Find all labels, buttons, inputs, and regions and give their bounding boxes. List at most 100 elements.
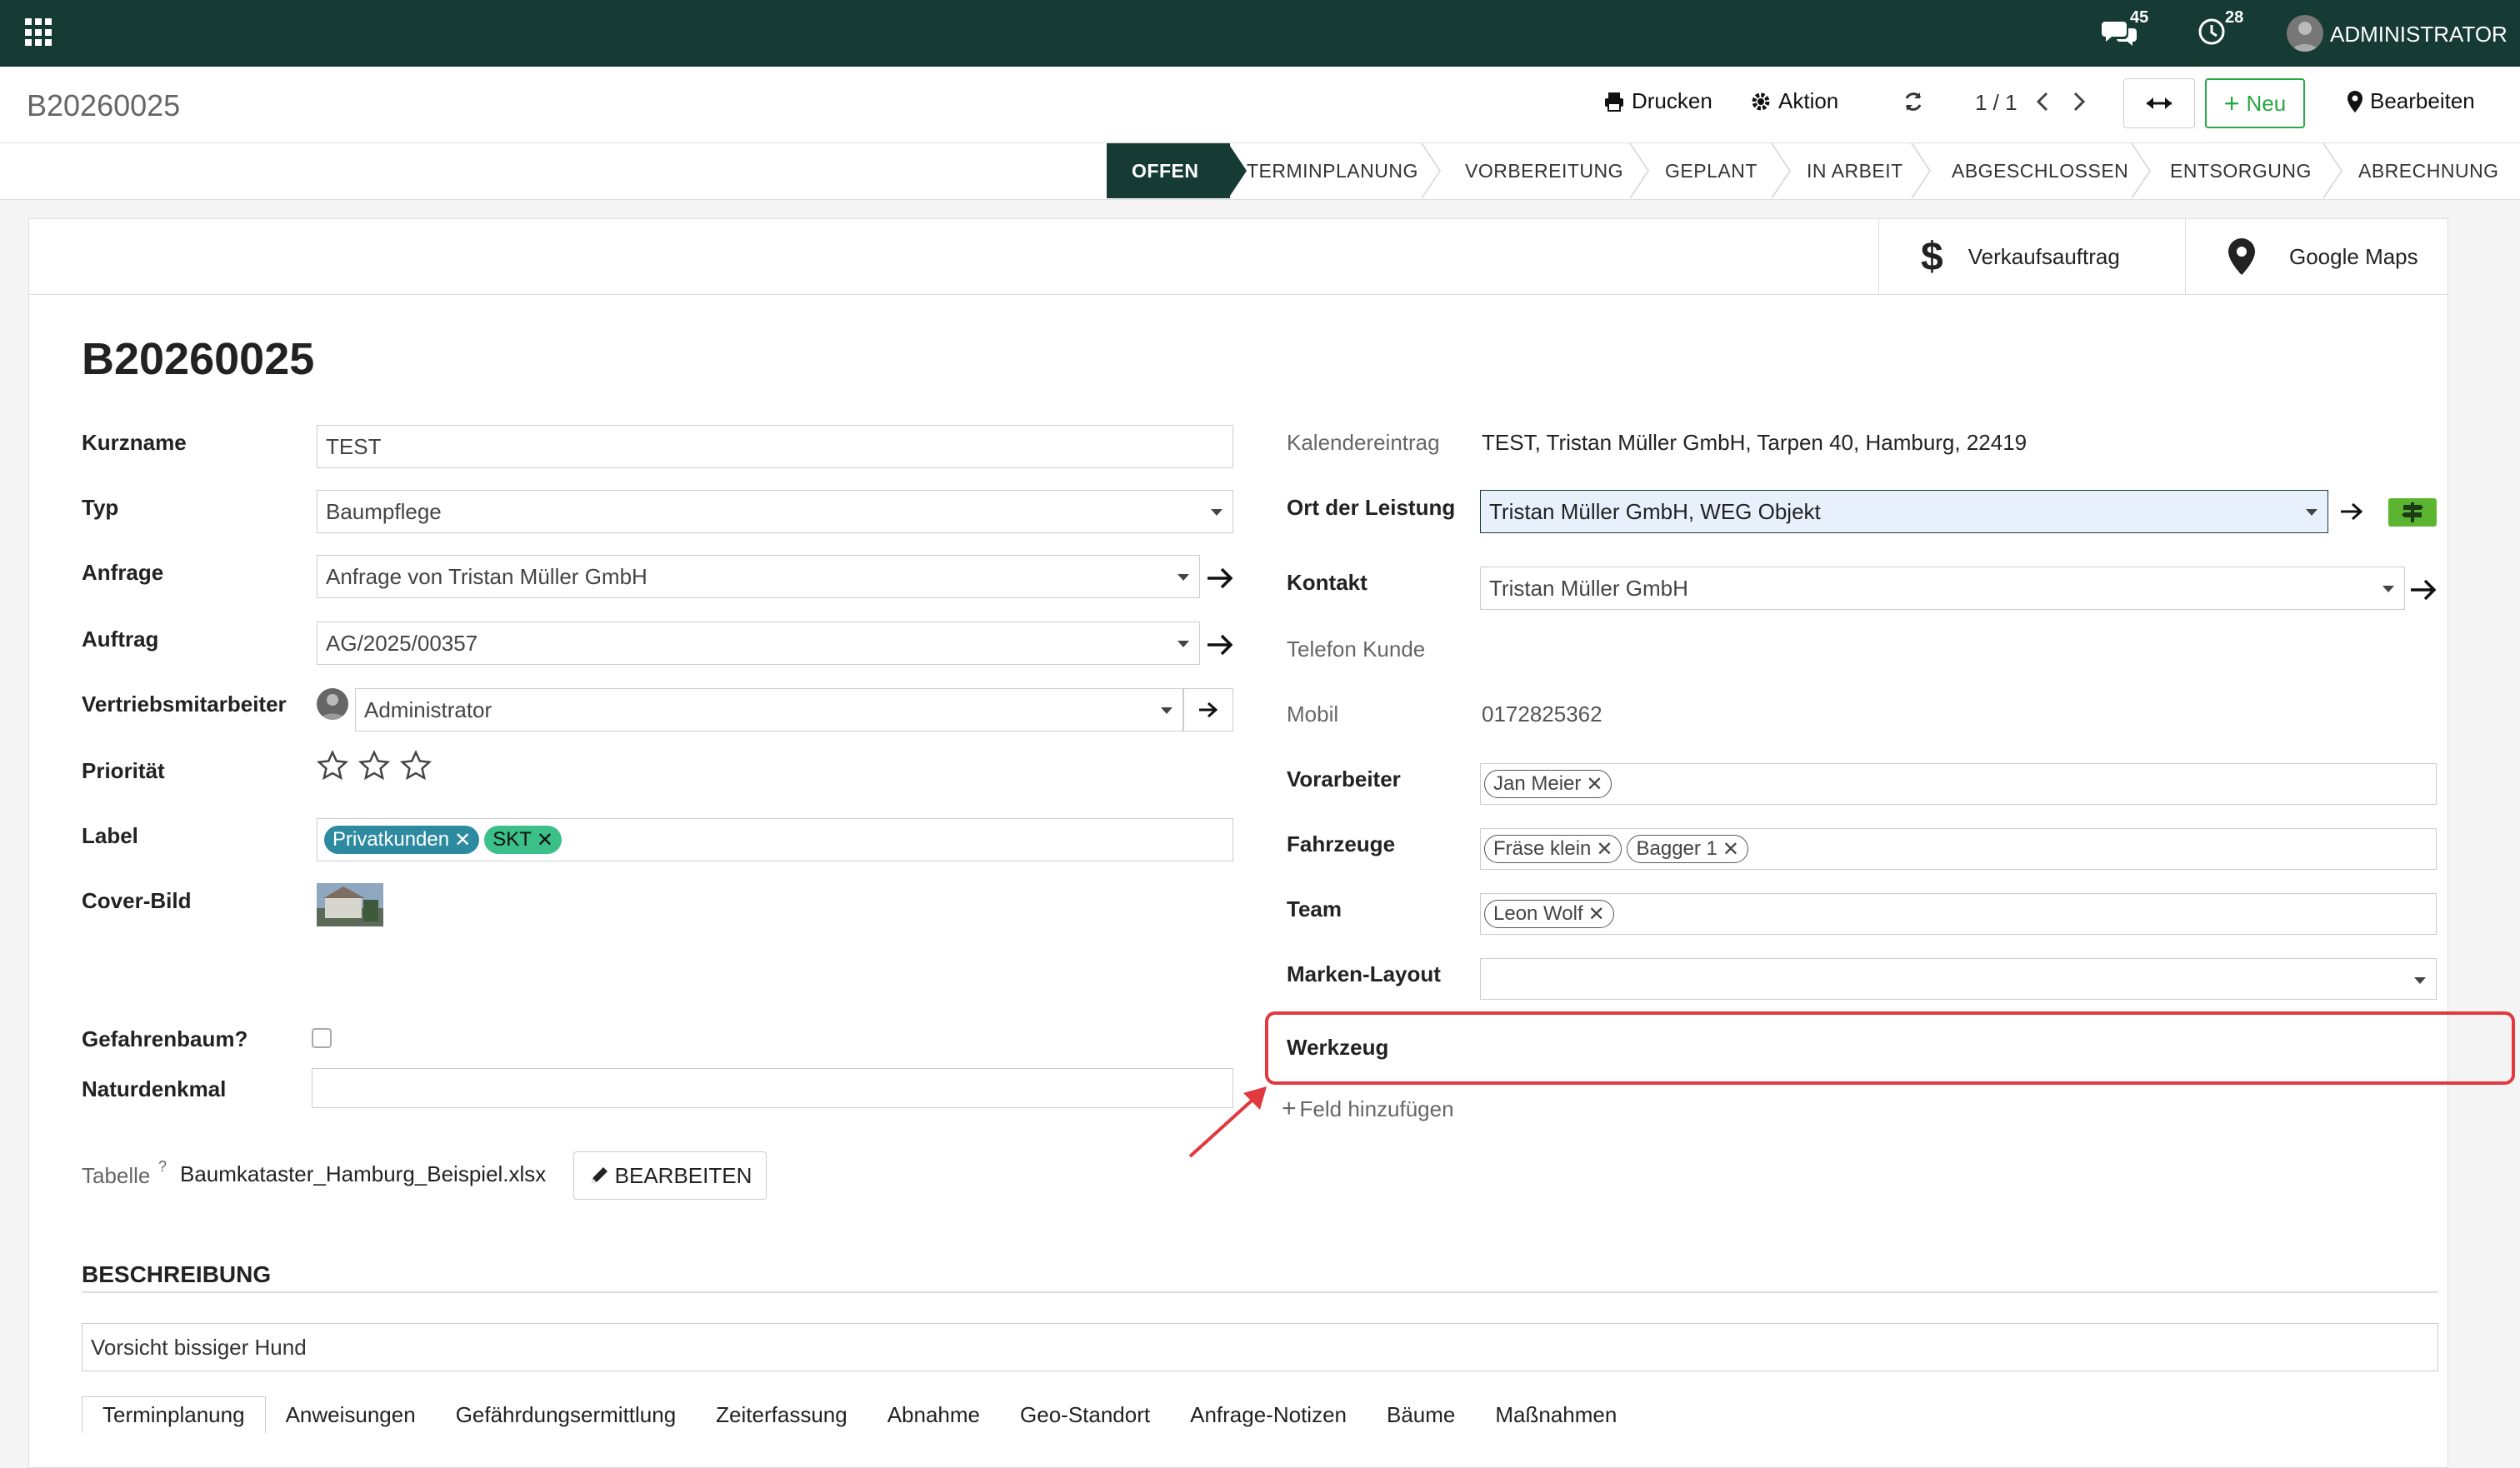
pencil-icon xyxy=(591,1167,608,1183)
tag-remove-icon[interactable]: ✕ xyxy=(1596,837,1612,861)
tag-leon-wolf: Leon Wolf ✕ xyxy=(1484,900,1614,928)
smart-button-box: $ Verkaufsauftrag Google Maps xyxy=(28,218,2448,295)
google-maps-button[interactable]: Google Maps xyxy=(2185,218,2448,295)
beschreibung-input[interactable]: Vorsicht bissiger Hund xyxy=(82,1323,2438,1371)
star-icon[interactable] xyxy=(358,750,390,781)
caret-down-icon xyxy=(2414,977,2426,984)
gefahrenbaum-checkbox[interactable] xyxy=(312,1028,332,1048)
beschreibung-title: BESCHREIBUNG xyxy=(82,1261,272,1287)
activity-clock-icon[interactable]: 28 xyxy=(2197,8,2243,50)
stage-abrechnung[interactable]: ABRECHNUNG xyxy=(2358,143,2499,198)
annotation-arrow-icon xyxy=(1188,1086,1267,1158)
stage-geplant[interactable]: GEPLANT xyxy=(1665,143,1758,198)
tab-zeiterfassung[interactable]: Zeiterfassung xyxy=(696,1396,868,1433)
user-name[interactable]: ADMINISTRATOR xyxy=(2330,22,2508,47)
user-avatar[interactable] xyxy=(2287,15,2323,52)
kurzname-label: Kurzname xyxy=(82,430,187,455)
fahrzeuge-tags-input[interactable]: Fräse klein ✕ Bagger 1 ✕ xyxy=(1480,828,2437,870)
route-sign-button[interactable] xyxy=(2388,498,2437,527)
tab-baeume[interactable]: Bäume xyxy=(1367,1396,1475,1433)
tag-remove-icon[interactable]: ✕ xyxy=(537,828,553,852)
anfrage-open-arrow-icon[interactable] xyxy=(1205,563,1235,599)
kalender-label: Kalendereintrag xyxy=(1287,430,1440,455)
apps-menu-icon[interactable] xyxy=(25,18,53,47)
kalender-value: TEST, Tristan Müller GmbH, Tarpen 40, Ha… xyxy=(1482,430,2028,455)
auftrag-label: Auftrag xyxy=(82,627,159,652)
tabelle-help-mark[interactable]: ? xyxy=(158,1158,167,1176)
tab-abnahme[interactable]: Abnahme xyxy=(868,1396,1000,1433)
ort-label: Ort der Leistung xyxy=(1287,495,1456,520)
anfrage-label: Anfrage xyxy=(82,560,164,585)
tab-anfrage-notizen[interactable]: Anfrage-Notizen xyxy=(1170,1396,1367,1433)
cover-image[interactable] xyxy=(317,883,383,926)
naturdenkmal-label: Naturdenkmal xyxy=(82,1076,227,1101)
stage-in-arbeit[interactable]: IN ARBEIT xyxy=(1807,143,1903,198)
stage-terminplanung[interactable]: TERMINPLANUNG xyxy=(1247,143,1418,198)
tabelle-filename[interactable]: Baumkataster_Hamburg_Beispiel.xlsx xyxy=(180,1161,546,1187)
tag-privatkunden: Privatkunden ✕ xyxy=(324,826,480,854)
stage-offen[interactable]: OFFEN xyxy=(1107,143,1230,198)
map-marker-icon xyxy=(2348,90,2362,112)
tab-massnahmen[interactable]: Maßnahmen xyxy=(1475,1396,1637,1433)
caret-down-icon xyxy=(1178,641,1189,647)
vorarbeiter-tags-input[interactable]: Jan Meier ✕ xyxy=(1480,763,2437,805)
printer-icon xyxy=(1605,92,1623,112)
tag-bagger-1: Bagger 1 ✕ xyxy=(1627,835,1748,863)
breadcrumb: B20260025 xyxy=(27,88,181,122)
mobil-value[interactable]: 0172825362 xyxy=(1482,702,1602,727)
kurzname-input[interactable]: TEST xyxy=(317,425,1233,468)
messages-icon[interactable]: 45 xyxy=(2102,8,2148,50)
print-label: Drucken xyxy=(1632,88,1712,113)
stage-entsorgung[interactable]: ENTSORGUNG xyxy=(2170,143,2312,198)
expand-width-button[interactable] xyxy=(2123,78,2195,128)
tab-terminplanung[interactable]: Terminplanung xyxy=(82,1396,266,1433)
stage-vorbereitung[interactable]: VORBEREITUNG xyxy=(1465,143,1623,198)
team-tags-input[interactable]: Leon Wolf ✕ xyxy=(1480,893,2437,935)
typ-select[interactable]: Baumpflege xyxy=(317,490,1233,533)
anfrage-select[interactable]: Anfrage von Tristan Müller GmbH xyxy=(317,555,1200,598)
star-icon[interactable] xyxy=(400,750,432,781)
star-icon[interactable] xyxy=(317,750,348,781)
tag-remove-icon[interactable]: ✕ xyxy=(1586,772,1602,796)
auftrag-select[interactable]: AG/2025/00357 xyxy=(317,622,1200,665)
caret-down-icon xyxy=(1178,574,1189,581)
pager-value[interactable]: 1 / 1 xyxy=(1975,90,2018,116)
naturdenkmal-input[interactable] xyxy=(312,1068,1233,1108)
vertrieb-label: Vertriebsmitarbeiter xyxy=(82,692,287,717)
tag-remove-icon[interactable]: ✕ xyxy=(1588,902,1605,926)
edit-button[interactable]: Bearbeiten xyxy=(2347,88,2475,114)
tag-jan-meier: Jan Meier ✕ xyxy=(1484,770,1612,798)
map-marker-icon xyxy=(2228,238,2255,275)
caret-down-icon xyxy=(2306,509,2318,516)
arrows-horizontal-icon xyxy=(2147,97,2172,109)
kontakt-open-arrow-icon[interactable] xyxy=(2408,575,2438,611)
sales-order-button[interactable]: $ Verkaufsauftrag xyxy=(1878,218,2185,295)
pager-next-icon[interactable] xyxy=(2070,90,2088,119)
tab-geo-standort[interactable]: Geo-Standort xyxy=(1000,1396,1170,1433)
action-button[interactable]: Aktion xyxy=(1750,88,1838,114)
top-navbar: 45 28 ADMINISTRATOR xyxy=(0,0,2520,67)
tabelle-edit-button[interactable]: BEARBEITEN xyxy=(573,1151,767,1200)
werkzeug-highlight-box xyxy=(1265,1011,2515,1085)
tag-remove-icon[interactable]: ✕ xyxy=(1722,837,1739,861)
print-button[interactable]: Drucken xyxy=(1603,88,1712,114)
ort-select[interactable]: Tristan Müller GmbH, WEG Objekt xyxy=(1480,490,2328,533)
tag-remove-icon[interactable]: ✕ xyxy=(454,828,471,852)
ort-open-arrow-icon[interactable] xyxy=(2338,498,2365,531)
vertrieb-open-button[interactable] xyxy=(1183,688,1233,732)
new-button[interactable]: + Neu xyxy=(2205,78,2305,128)
add-field-link[interactable]: + Feld hinzufügen xyxy=(1282,1095,1454,1123)
auftrag-open-arrow-icon[interactable] xyxy=(1205,630,1235,666)
kontakt-select[interactable]: Tristan Müller GmbH xyxy=(1480,567,2405,610)
tab-anweisungen[interactable]: Anweisungen xyxy=(266,1396,436,1433)
plus-icon: + xyxy=(1282,1095,1297,1122)
marken-select[interactable] xyxy=(1480,958,2437,1000)
label-tags-input[interactable]: Privatkunden ✕ SKT ✕ xyxy=(317,818,1233,861)
stage-abgeschlossen[interactable]: ABGESCHLOSSEN xyxy=(1952,143,2128,198)
tab-gefaehrdungsermittlung[interactable]: Gefährdungsermittlung xyxy=(436,1396,696,1433)
refresh-icon[interactable] xyxy=(1902,90,1925,119)
activities-badge: 28 xyxy=(2225,8,2244,27)
pager-prev-icon[interactable] xyxy=(2033,90,2052,119)
mobil-label: Mobil xyxy=(1287,702,1339,727)
vertrieb-select[interactable]: Administrator xyxy=(355,688,1183,732)
